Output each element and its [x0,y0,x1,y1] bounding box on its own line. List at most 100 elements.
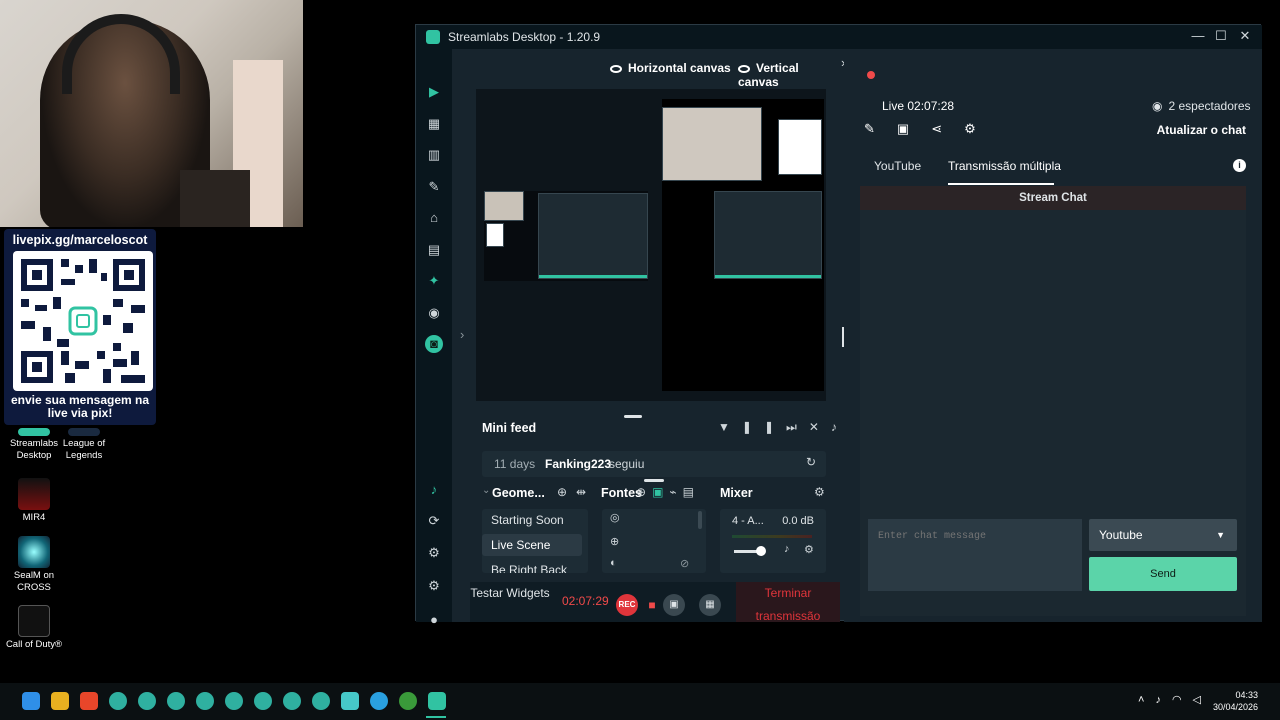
desktop-icon-callofduty[interactable]: Call of Duty® [4,605,64,651]
eye-icon: ◉ [1152,99,1163,113]
desktop-icon-mir4[interactable]: MIR4 [4,478,64,524]
telegram-icon[interactable] [370,692,388,710]
game-source-icon[interactable]: ◐ [610,557,617,569]
platform-dropdown[interactable]: Youtube ▼ [1089,519,1237,551]
layout-nav-icon[interactable]: ▥ [425,146,443,164]
streamlabs-taskbar-icon[interactable] [428,692,446,710]
settings-nav-icon[interactable]: ⚙ [425,577,443,595]
file-explorer-icon[interactable] [51,692,69,710]
chevron-down-icon: ▼ [1216,530,1225,540]
feed-user[interactable]: Fanking223 [545,457,611,471]
scene-starting-soon[interactable]: Starting Soon [482,509,582,531]
source-link-icon[interactable]: ⌁ [669,485,682,499]
integrations-nav-icon[interactable]: ⚙ [425,544,443,562]
resize-handle[interactable] [624,415,642,418]
info-icon[interactable]: i [1233,159,1246,172]
edge-icon-6[interactable] [254,692,272,710]
horizontal-canvas[interactable] [484,191,648,281]
stop-replay-icon[interactable]: ■ [641,594,663,616]
desktop-icon-league[interactable]: League of Legends [54,428,114,462]
store-nav-icon[interactable]: ⌂ [425,209,443,227]
schedule-icon[interactable]: ▦ [699,594,721,616]
edge-icon[interactable] [109,692,127,710]
editor-nav-icon[interactable]: ▶ [425,83,443,101]
channel-settings-icon[interactable]: ⚙ [804,543,814,556]
sources-scrollbar[interactable] [698,511,702,529]
vertical-canvas-toggle[interactable]: Vertical canvas [738,61,836,89]
folder-icon[interactable]: ▣ [897,121,931,136]
replay-alert-icon[interactable]: ↻ [806,455,816,469]
mixer-settings-icon[interactable]: ⚙ [814,485,825,499]
clock[interactable]: 04:33 30/04/2026 [1213,689,1258,713]
test-widgets-button[interactable]: Testar Widgets [470,585,550,602]
maximize-button[interactable]: ☐ [1211,28,1231,44]
filter-icon[interactable]: ▼ [718,420,742,434]
send-button[interactable]: Send [1089,557,1237,591]
webcam-source-icon[interactable]: ◎ [610,511,620,524]
wifi-icon[interactable]: ◠ [1172,694,1193,706]
edge-icon-8[interactable] [312,692,330,710]
hidden-source-icon[interactable]: ⊘ [680,557,689,570]
tiktok-nav-icon[interactable]: ♪ [425,481,443,499]
live-indicator-icon [867,71,875,79]
desktop-icon-sealm[interactable]: SealM on CROSS [4,536,64,594]
qr-thumbnail-vertical [778,119,822,175]
game-launcher-icon[interactable] [341,692,359,710]
replay-nav-icon[interactable]: ◉ [425,304,443,322]
pause-icon[interactable]: ❚❚ [742,420,786,434]
canvas-preview[interactable] [476,89,826,401]
rec-button[interactable]: REC [616,594,638,616]
tab-multistream[interactable]: Transmissão múltipla [948,159,1061,173]
resize-handle-2[interactable] [644,479,664,482]
end-stream-button[interactable]: Terminar transmissão [736,582,840,623]
add-scene-icon[interactable]: ⊕ [557,485,567,499]
sources-toolbar: ⊕▣⌁▤ [636,485,700,499]
edge-icon-2[interactable] [138,692,156,710]
tab-youtube[interactable]: YouTube [874,159,921,173]
browser-source-icon[interactable]: ⊕ [610,535,619,548]
chevron-down-icon[interactable]: ⌄ [482,485,490,496]
chevron-up-icon[interactable]: ˄ [1138,694,1155,706]
expand-left-chevron-icon[interactable]: › [460,327,464,342]
league-icon [68,428,100,436]
speaker-icon[interactable]: ◁ [1193,694,1212,706]
widgets-nav-icon[interactable]: ▤ [425,241,443,259]
clock-time: 04:33 [1235,690,1258,700]
themes-nav-icon[interactable]: ✎ [425,178,443,196]
scene-live-scene[interactable]: Live Scene [482,534,582,556]
skip-icon[interactable]: ⏭ [786,420,809,434]
vertical-canvas[interactable] [662,99,824,391]
mute-icon[interactable]: ♪ [784,543,790,555]
edge-icon-7[interactable] [283,692,301,710]
folder-icon[interactable]: ▤ [683,485,700,499]
xbox-icon[interactable] [399,692,417,710]
scenes-title[interactable]: Geome... [492,486,545,500]
scene-be-right-back[interactable]: Be Right Back [482,559,582,573]
share-icon[interactable]: ⋖ [931,121,964,136]
scene-transition-icon[interactable]: ⇹ [576,485,586,499]
refresh-chat-button[interactable]: Atualizar o chat [1157,123,1246,137]
settings-icon[interactable]: ⚙ [964,121,998,136]
edge-icon-4[interactable] [196,692,214,710]
app-store-nav-icon[interactable]: ◙ [425,335,443,353]
microphone-icon[interactable]: ♪ [1155,694,1172,706]
mute-alerts-icon[interactable]: ✕ [809,420,831,434]
volume-slider-knob[interactable] [756,546,766,556]
dashboard-nav-icon[interactable]: ▦ [425,115,443,133]
close-button[interactable]: ✕ [1235,28,1255,44]
source-group-icon[interactable]: ▣ [652,485,669,499]
edge-icon-5[interactable] [225,692,243,710]
edit-icon[interactable]: ✎ [864,121,897,136]
window-title: Streamlabs Desktop - 1.20.9 [448,30,601,44]
collab-nav-icon[interactable]: ⟳ [425,512,443,530]
chat-message-input[interactable] [868,519,1082,591]
ai-nav-icon[interactable]: ✦ [425,272,443,290]
profile-nav-icon[interactable]: ● [425,611,443,629]
minimize-button[interactable]: — [1188,28,1208,43]
edge-icon-3[interactable] [167,692,185,710]
brave-icon[interactable] [80,692,98,710]
add-source-icon[interactable]: ⊕ [636,485,652,499]
horizontal-canvas-toggle[interactable]: Horizontal canvas [610,61,731,75]
windows-start-icon[interactable] [22,692,40,710]
save-replay-icon[interactable]: ▣ [663,594,685,616]
